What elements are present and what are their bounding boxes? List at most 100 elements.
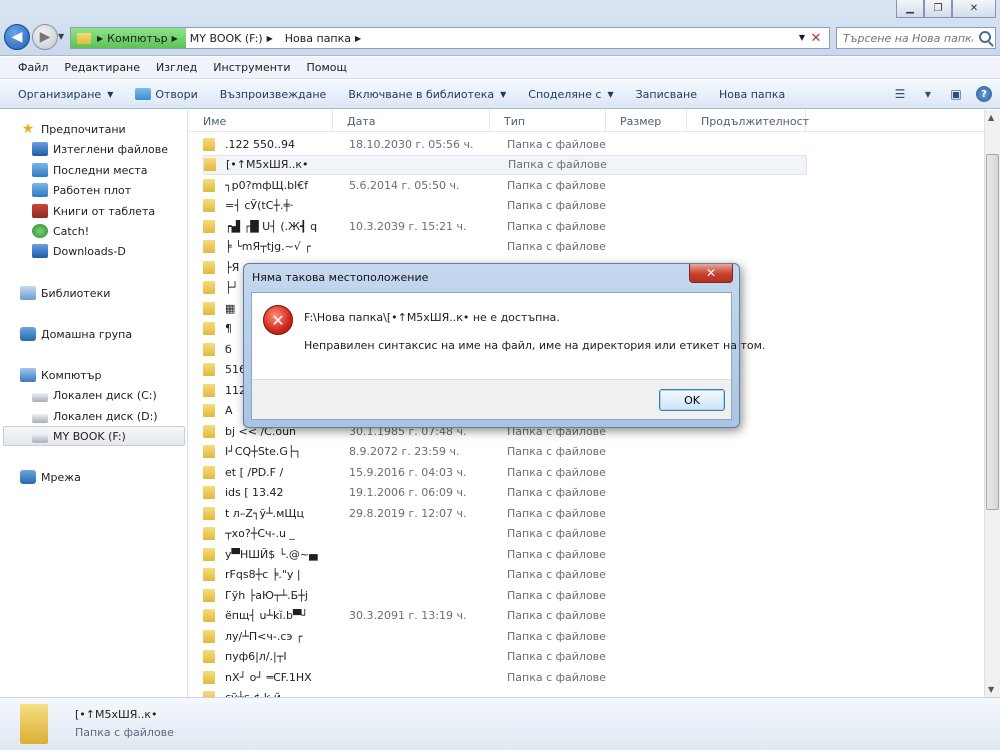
file-row[interactable]: [•↑M5xШЯ..к• Папка с файлове	[203, 154, 807, 175]
file-date: 8.9.2072 г. 23:59 ч.	[349, 445, 460, 458]
column-duration[interactable]: Продължителност	[687, 110, 809, 132]
column-size[interactable]: Размер	[606, 110, 687, 132]
address-bar[interactable]: ▶ Компютър ▶ MY BOOK (F:) ▶ Нова папка ▶…	[70, 27, 830, 49]
folder-icon	[20, 704, 48, 744]
help-icon[interactable]: ?	[976, 86, 992, 102]
chevron-right-icon: ▶	[171, 33, 178, 43]
menu-tools[interactable]: Инструменти	[205, 61, 298, 74]
vertical-scrollbar[interactable]: ▲ ▼	[984, 110, 1000, 697]
column-name[interactable]: Име	[189, 110, 333, 132]
address-dropdown-icon[interactable]: ▼	[799, 33, 805, 42]
share-button[interactable]: Споделяне с ▼	[520, 80, 627, 108]
downloads-icon	[32, 244, 48, 258]
file-type: Папка с файлове	[507, 670, 606, 684]
file-row[interactable]: ids [ 13.42 19.1.2006 г. 06:09 ч. Папка с …	[203, 483, 807, 503]
nav-libraries[interactable]: Библиотеки	[20, 283, 110, 303]
column-date[interactable]: Дата	[333, 110, 490, 132]
scroll-up-icon[interactable]: ▲	[988, 113, 994, 122]
nav-network[interactable]: Мрежа	[20, 467, 81, 487]
dialog-footer: OK	[252, 379, 731, 419]
nav-tablet-books[interactable]: Книги от таблета	[32, 201, 155, 221]
nav-downloads[interactable]: Изтеглени файлове	[32, 139, 168, 159]
include-library-button[interactable]: Включване в библиотека ▼	[340, 80, 520, 108]
open-button[interactable]: Отвори	[127, 80, 211, 108]
new-folder-button[interactable]: Нова папка	[711, 80, 799, 108]
folder-icon	[203, 486, 215, 499]
breadcrumb-drive-label: MY BOOK (F:)	[189, 31, 263, 45]
nav-desktop[interactable]: Работен плот	[32, 180, 131, 200]
folder-icon	[203, 424, 215, 438]
preview-pane-icon[interactable]: ▣	[948, 86, 964, 102]
file-row[interactable]: пуф6|л/.|┬I Папка с файлове	[203, 647, 807, 667]
file-row[interactable]: ╞ └mЯ┬tjg.~√ ┌ Папка с файлове	[203, 237, 807, 257]
nav-drive-d[interactable]: Локален диск (D:)	[32, 406, 158, 426]
file-row[interactable]: ┬хо?┼Сч-.u _ Папка с файлове	[203, 524, 807, 544]
breadcrumb-computer[interactable]: Компютър	[107, 32, 167, 45]
file-row[interactable]: rFqs8┼c ╞."у | Папка с файлове	[203, 565, 807, 585]
organize-button[interactable]: Организиране ▼	[10, 80, 127, 108]
breadcrumb-root[interactable]: ▶ Компютър ▶	[71, 28, 186, 48]
scrollbar-thumb[interactable]	[986, 154, 999, 510]
breadcrumb-drive[interactable]: MY BOOK (F:) ▶	[186, 28, 281, 48]
window-titlebar: ▁ ❐ ✕ ◀ ▶ ▼ ▶ Компютър ▶ MY BOOK (F:) ▶ …	[0, 0, 1000, 56]
file-row[interactable]: nX┘ о┘ ═CF.1HX Папка с файлове	[203, 667, 807, 687]
search-box[interactable]	[836, 27, 996, 49]
file-row[interactable]: ёпщ┤ u┴kĭ.b▀┘ 30.3.2091 г. 13:19 ч. Папка …	[203, 606, 807, 626]
search-input[interactable]	[843, 31, 973, 45]
nav-drive-f[interactable]: MY BOOK (F:)	[3, 426, 185, 446]
file-row[interactable]: =┤ cЎ(tC┼.╪· Папка с файлове	[203, 196, 807, 216]
nav-downloads-d[interactable]: Downloads-D	[32, 241, 126, 261]
scroll-down-icon[interactable]: ▼	[988, 685, 994, 694]
dialog-close-button[interactable]: ✕	[689, 264, 733, 283]
chevron-right-icon: ▶	[355, 33, 362, 43]
chevron-down-icon[interactable]: ▼	[920, 86, 936, 102]
file-row[interactable]: .122 550..94 18.10.2030 г. 05:56 ч. Папка …	[203, 134, 807, 154]
forward-button[interactable]: ▶	[32, 24, 58, 50]
file-row[interactable]: Гўh ├аЮ┬┴.Б┼j Папка с файлове	[203, 585, 807, 605]
column-type[interactable]: Тип	[490, 110, 606, 132]
menu-edit[interactable]: Редактиране	[56, 61, 148, 74]
file-type: Папка с файлове	[507, 547, 606, 561]
close-button[interactable]: ✕	[952, 0, 996, 18]
menu-file[interactable]: Файл	[10, 61, 56, 74]
file-row[interactable]: et [ /PD.F / 15.9.2016 г. 04:03 ч. Папка с…	[203, 462, 807, 482]
nav-computer[interactable]: Компютър	[20, 365, 101, 385]
minimize-button[interactable]: ▁	[896, 0, 924, 18]
file-row[interactable]: t л–Z┐ў┴.мЩц 29.8.2019 г. 12:07 ч. Папка с…	[203, 503, 807, 523]
search-icon[interactable]	[979, 31, 991, 43]
details-pane: [•↑M5xШЯ..к• Папка с файлове	[0, 697, 1000, 750]
file-name: пуф6|л/.|┬I	[225, 650, 287, 663]
burn-label: Записване	[635, 87, 697, 101]
details-item-type: Папка с файлове	[75, 726, 174, 739]
new-folder-label: Нова папка	[718, 87, 786, 101]
recent-pages-button[interactable]: ▼	[58, 32, 64, 41]
nav-homegroup[interactable]: Домашна група	[20, 324, 132, 344]
maximize-button[interactable]: ❐	[924, 0, 952, 18]
nav-favorites[interactable]: ★ Предпочитани	[20, 119, 126, 139]
file-row[interactable]: у▀НШЙ$ └.@~▄ Папка с файлове	[203, 544, 807, 564]
nav-drive-c[interactable]: Локален диск (C:)	[32, 385, 157, 405]
file-row[interactable]: ┐p0?mфЩ.bl€f 5.6.2014 г. 05:50 ч. Папка с …	[203, 175, 807, 195]
file-row[interactable]: ┍▟ ┌█ U┤ (.Ж┫ q 10.3.2039 г. 15:21 ч. Папк…	[203, 216, 807, 236]
menu-help[interactable]: Помощ	[298, 61, 354, 74]
file-row[interactable]: лу/┴П<ч-.сэ ┌ Папка с файлове	[203, 626, 807, 646]
ok-button[interactable]: OK	[659, 389, 725, 411]
view-options-icon[interactable]: ☰	[892, 86, 908, 102]
nav-catch[interactable]: Catch!	[32, 221, 89, 241]
folder-icon	[203, 609, 215, 622]
file-row[interactable]: cӯ┼s ¢.k й	[203, 688, 807, 697]
burn-button[interactable]: Записване	[628, 80, 711, 108]
play-button[interactable]: Възпроизвеждане	[212, 80, 341, 108]
file-date: 15.9.2016 г. 04:03 ч.	[349, 465, 467, 479]
file-type: Папка с файлове	[507, 178, 606, 192]
file-row[interactable]: I┘CQ┼Ste.G├┐ 8.9.2072 г. 23:59 ч. Папка с …	[203, 442, 807, 462]
breadcrumb-folder[interactable]: Нова папка ▶	[281, 28, 369, 48]
back-button[interactable]: ◀	[4, 24, 30, 50]
menu-view[interactable]: Изглед	[148, 61, 205, 74]
nav-drive-f-label: MY BOOK (F:)	[53, 429, 126, 443]
chevron-right-icon: ▶	[266, 33, 273, 43]
nav-drive-c-label: Локален диск (C:)	[53, 388, 157, 402]
folder-icon	[203, 670, 215, 684]
refresh-stop-icon[interactable]: ✕	[807, 29, 825, 47]
nav-recent-places[interactable]: Последни места	[32, 160, 148, 180]
